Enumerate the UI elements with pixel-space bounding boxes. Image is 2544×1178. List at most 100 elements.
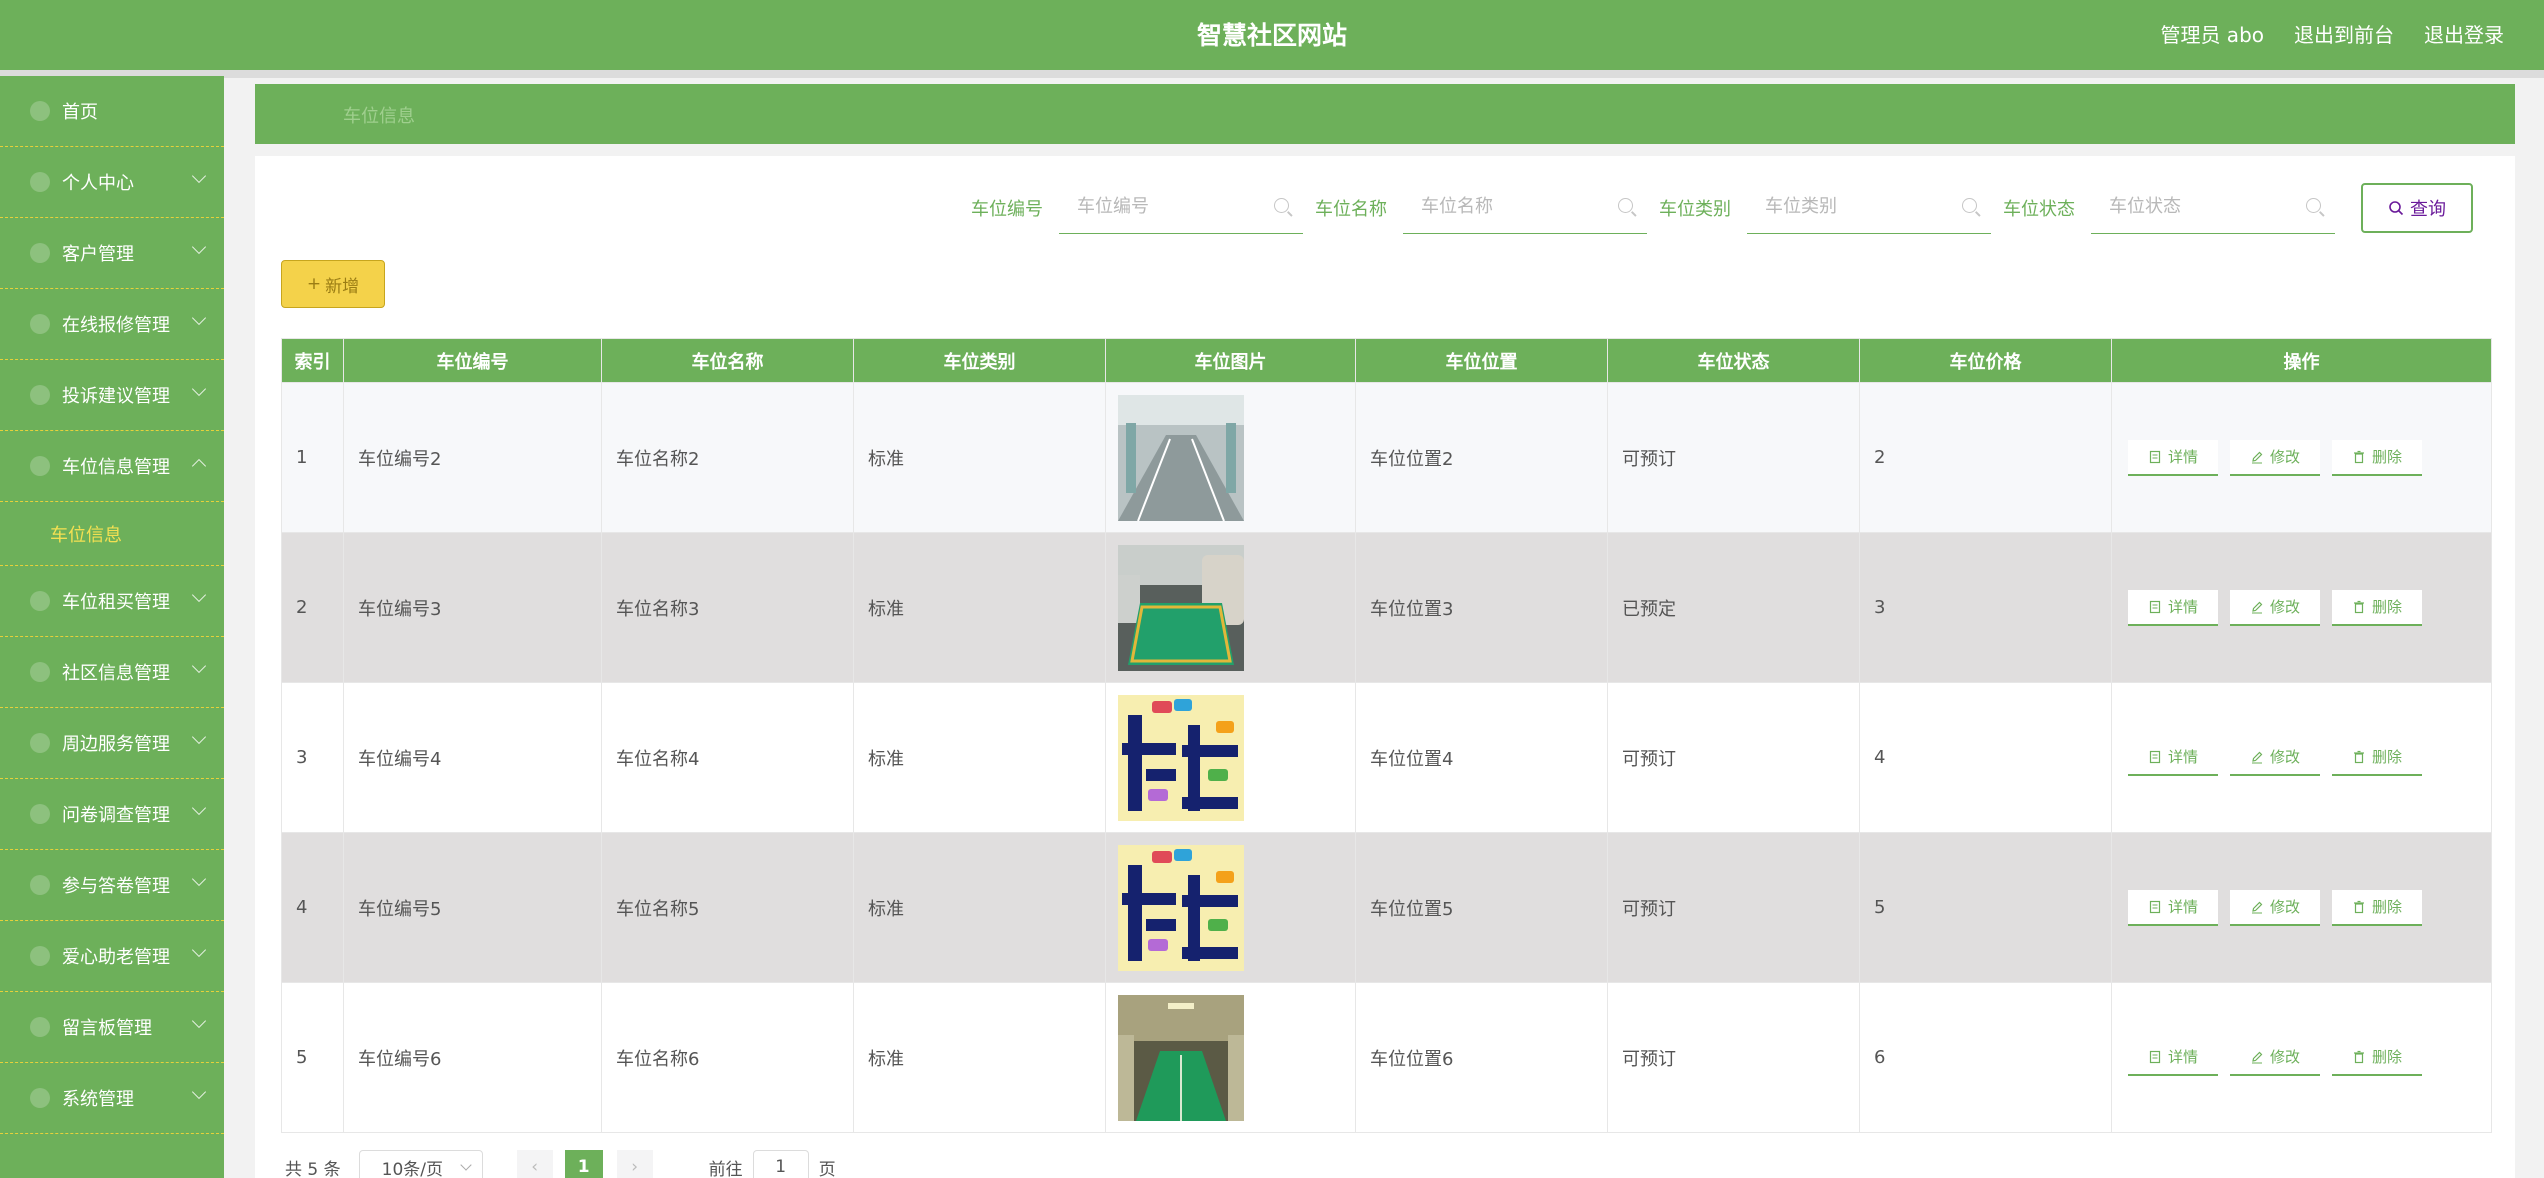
detail-button[interactable]: 详情 <box>2128 889 2218 926</box>
admin-label: 管理员 abo <box>2160 23 2264 47</box>
sidebar-item-complaints[interactable]: 投诉建议管理 <box>0 360 224 431</box>
sidebar-item-parking-rental[interactable]: 车位租买管理 <box>0 566 224 637</box>
search-icon <box>1274 198 1289 213</box>
edit-button[interactable]: 修改 <box>2230 889 2320 926</box>
column-header[interactable]: 车位状态 <box>1607 338 1860 383</box>
parking-photo[interactable] <box>1118 544 1355 671</box>
cell-status: 可预订 <box>1607 982 1860 1133</box>
survey-icon <box>30 804 50 824</box>
search-icon <box>2389 201 2404 216</box>
back-to-front-link[interactable]: 退出到前台 <box>2294 19 2394 48</box>
column-header[interactable]: 车位价格 <box>1859 338 2112 383</box>
column-header[interactable]: 车位类别 <box>853 338 1106 383</box>
parking-photo[interactable] <box>1118 994 1355 1121</box>
cell-index: 2 <box>281 532 344 683</box>
total-count: 共 5 条 <box>285 1159 341 1178</box>
parking-photo[interactable] <box>1118 394 1355 521</box>
detail-button[interactable]: 详情 <box>2128 589 2218 626</box>
edit-label: 修改 <box>2269 1048 2300 1066</box>
chevron-down-icon <box>191 310 207 326</box>
add-button[interactable]: + 新增 <box>281 260 385 308</box>
column-header[interactable]: 车位编号 <box>343 338 602 383</box>
sidebar-item-label: 客户管理 <box>62 244 134 265</box>
delete-button[interactable]: 删除 <box>2332 589 2422 626</box>
detail-button[interactable]: 详情 <box>2128 739 2218 776</box>
sidebar-item-parking-info[interactable]: 车位信息管理 <box>0 431 224 502</box>
search-icon <box>1962 198 1977 213</box>
prev-page-button[interactable]: ‹ <box>516 1150 553 1178</box>
cell-index: 3 <box>281 682 344 833</box>
cell-actions: 详情 修改 删除 <box>2111 382 2492 533</box>
cell-index: 1 <box>281 382 344 533</box>
chevron-down-icon <box>191 168 207 184</box>
edit-button[interactable]: 修改 <box>2230 439 2320 476</box>
sidebar-subitem-parking-info[interactable]: 车位信息 <box>0 502 224 566</box>
column-header[interactable]: 车位名称 <box>601 338 854 383</box>
detail-button[interactable]: 详情 <box>2128 1039 2218 1076</box>
goto-page-input[interactable]: 1 <box>752 1150 809 1178</box>
sidebar-item-profile[interactable]: 个人中心 <box>0 147 224 218</box>
sidebar-item-guestbook[interactable]: 留言板管理 <box>0 992 224 1063</box>
answer-icon <box>30 875 50 895</box>
parking-photo[interactable] <box>1118 694 1355 821</box>
chevron-down-icon <box>191 587 207 603</box>
edit-button[interactable]: 修改 <box>2230 1039 2320 1076</box>
column-header[interactable]: 车位图片 <box>1105 338 1356 383</box>
chevron-down-icon <box>191 729 207 745</box>
next-page-button[interactable]: › <box>616 1150 653 1178</box>
sidebar-item-label: 车位租买管理 <box>62 592 170 613</box>
edit-label: 修改 <box>2269 598 2300 616</box>
trash-icon <box>2353 600 2364 613</box>
column-header[interactable]: 车位位置 <box>1355 338 1608 383</box>
chevron-down-icon <box>191 1084 207 1100</box>
sidebar-item-answers[interactable]: 参与答卷管理 <box>0 850 224 921</box>
search-input-status[interactable] <box>2091 182 2291 230</box>
search-field-name <box>1403 182 1647 234</box>
page-number-current[interactable]: 1 <box>564 1150 603 1178</box>
sidebar-item-customers[interactable]: 客户管理 <box>0 218 224 289</box>
cell-price: 4 <box>1859 682 2112 833</box>
sidebar-item-surveys[interactable]: 问卷调查管理 <box>0 779 224 850</box>
page-size-select[interactable]: 10条/页 <box>358 1150 483 1178</box>
cell-actions: 详情 修改 删除 <box>2111 832 2492 983</box>
chevron-down-icon <box>191 800 207 816</box>
sidebar-item-home[interactable]: 首页 <box>0 76 224 147</box>
search-bar: 车位编号 车位名称 车位类别 车位状态 查询 <box>971 182 2473 234</box>
logout-link[interactable]: 退出登录 <box>2424 19 2504 48</box>
delete-label: 删除 <box>2371 748 2402 766</box>
column-header[interactable]: 索引 <box>281 338 344 383</box>
sidebar-item-system[interactable]: 系统管理 <box>0 1063 224 1134</box>
trash-icon <box>2353 450 2364 463</box>
add-button-label: 新增 <box>325 276 360 297</box>
detail-label: 详情 <box>2167 898 2198 916</box>
cell-image <box>1105 382 1356 533</box>
delete-button[interactable]: 删除 <box>2332 1039 2422 1076</box>
document-icon <box>2149 1050 2161 1063</box>
cell-location: 车位位置4 <box>1355 682 1608 833</box>
cell-price: 5 <box>1859 832 2112 983</box>
delete-button[interactable]: 删除 <box>2332 439 2422 476</box>
edit-label: 修改 <box>2269 898 2300 916</box>
heart-icon <box>30 946 50 966</box>
search-input-name[interactable] <box>1403 182 1603 230</box>
delete-button[interactable]: 删除 <box>2332 889 2422 926</box>
sidebar-item-repairs[interactable]: 在线报修管理 <box>0 289 224 360</box>
column-header[interactable]: 操作 <box>2111 338 2492 383</box>
sidebar-item-elderly-care[interactable]: 爱心助老管理 <box>0 921 224 992</box>
edit-icon <box>2251 601 2263 613</box>
search-input-code[interactable] <box>1059 182 1259 230</box>
document-icon <box>2149 600 2161 613</box>
search-label-code: 车位编号 <box>971 199 1043 220</box>
parking-photo[interactable] <box>1118 844 1355 971</box>
detail-label: 详情 <box>2167 748 2198 766</box>
edit-button[interactable]: 修改 <box>2230 589 2320 626</box>
wrench-icon <box>30 314 50 334</box>
sidebar-item-community[interactable]: 社区信息管理 <box>0 637 224 708</box>
delete-button[interactable]: 删除 <box>2332 739 2422 776</box>
sidebar-item-label: 社区信息管理 <box>62 663 170 684</box>
search-input-type[interactable] <box>1747 182 1947 230</box>
query-button[interactable]: 查询 <box>2361 183 2473 233</box>
detail-button[interactable]: 详情 <box>2128 439 2218 476</box>
edit-button[interactable]: 修改 <box>2230 739 2320 776</box>
sidebar-item-services[interactable]: 周边服务管理 <box>0 708 224 779</box>
